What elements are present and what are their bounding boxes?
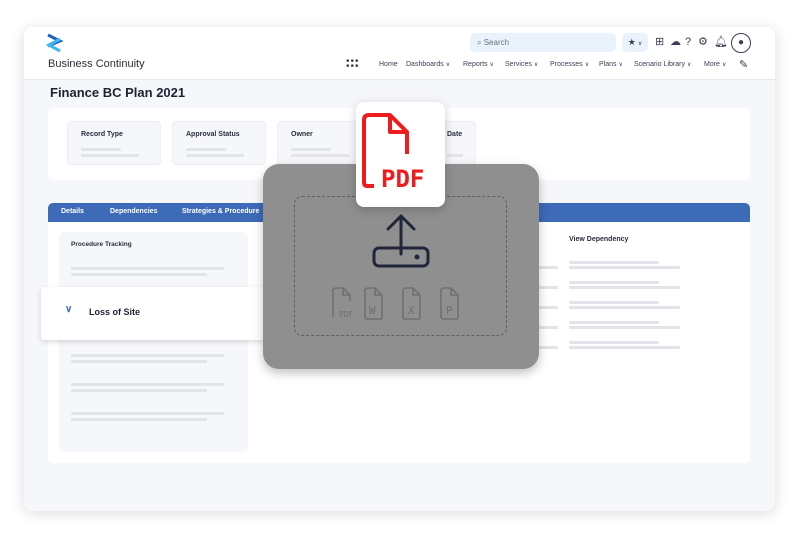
procedure-tracking-card: Procedure Tracking [59,232,248,452]
app-grid-icon[interactable]: ••• ••• [346,57,360,72]
word-type-label: W [369,304,376,317]
bell-icon[interactable]: 🔔︎ [714,36,728,48]
chevron-down-icon[interactable]: ∨ [65,304,72,315]
nav-plans[interactable]: Plans ∨ [599,61,623,68]
pdf-label: PDF [381,165,424,193]
nav-dashboards[interactable]: Dashboards ∨ [406,61,450,68]
tab-dependencies[interactable]: Dependencies [110,208,157,215]
summary-card-record-type: Record Type [67,121,161,165]
nav-reports[interactable]: Reports ∨ [463,61,494,68]
procedure-tracking-title: Procedure Tracking [71,241,132,248]
page-title: Finance BC Plan 2021 [50,85,186,100]
nav-services[interactable]: Services ∨ [505,61,538,68]
app-name: Business Continuity [48,58,145,70]
pdf-file-tile[interactable]: PDF [356,102,445,207]
nav-more[interactable]: More ∨ [704,61,726,68]
upload-icon [372,214,430,268]
view-dependency-title: View Dependency [569,236,629,243]
nav-scenario-library[interactable]: Scenario Library ∨ [634,61,691,68]
nav-home[interactable]: Home [379,61,398,68]
brand-logo-icon[interactable] [46,33,64,53]
edit-pencil-icon[interactable]: ✎ [739,58,748,71]
cloud-icon[interactable]: ☁ [670,36,681,48]
loss-of-site-accordion[interactable]: ∨ Loss of Site [41,287,269,340]
pdf-file-icon: PDF [362,113,424,193]
favorites-button[interactable]: ★ ∨ [622,33,648,52]
search-placeholder: Search [483,38,510,47]
file-type-icons: PDF W X P [332,287,459,320]
chevron-down-icon: ∨ [637,41,643,47]
gear-icon[interactable]: ⚙ [698,36,708,48]
pdf-type-label: PDF [339,310,354,319]
excel-type-label: X [408,304,415,317]
search-icon: ⌕ [477,38,484,47]
top-header: Business Continuity ⌕ Search ★ ∨ ⊞ ☁ ? ⚙ … [24,27,775,80]
avatar[interactable]: ● [731,33,751,53]
tab-strategies-procedure[interactable]: Strategies & Procedure [182,208,259,215]
star-icon: ★ [627,37,636,47]
help-icon[interactable]: ? [685,36,691,48]
search-input[interactable]: ⌕ Search [470,33,616,52]
nav-processes[interactable]: Processes ∨ [550,61,589,68]
tab-details[interactable]: Details [61,208,84,215]
powerpoint-type-label: P [446,304,453,317]
summary-card-approval-status: Approval Status [172,121,266,165]
accordion-title: Loss of Site [89,307,141,317]
add-icon[interactable]: ⊞ [655,36,664,48]
